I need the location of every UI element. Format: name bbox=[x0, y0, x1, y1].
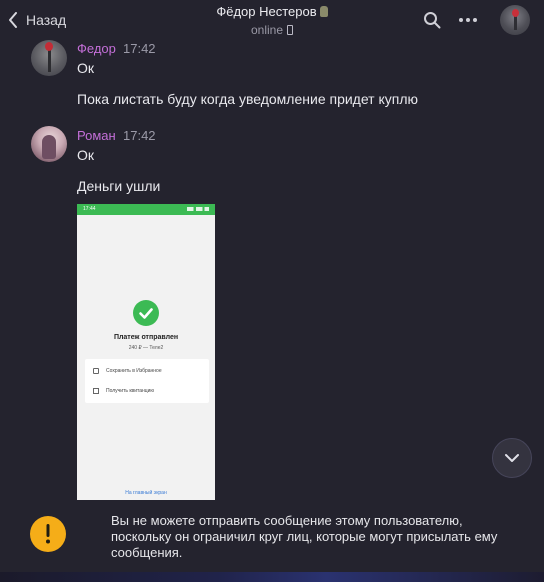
online-status: online bbox=[250, 23, 284, 37]
back-button[interactable]: Назад bbox=[8, 9, 66, 31]
chat-header: Назад Фёдор Нестеров online bbox=[0, 0, 544, 42]
chevron-left-icon bbox=[9, 12, 17, 28]
checkmark-icon bbox=[133, 300, 159, 326]
emoji-icon bbox=[319, 6, 328, 17]
chat-window: Назад Фёдор Нестеров online Федор 17:42 … bbox=[0, 0, 544, 582]
back-label: Назад bbox=[26, 12, 67, 28]
phone-status-bar: 17:44 bbox=[77, 204, 215, 215]
bottom-edge bbox=[0, 572, 544, 582]
message-time: 17:42 bbox=[123, 41, 156, 56]
star-icon bbox=[93, 368, 99, 374]
receipt-icon bbox=[93, 388, 99, 394]
option-save-favorite: Сохранить в Избранное bbox=[93, 368, 162, 374]
sender-name[interactable]: Роман bbox=[77, 128, 116, 143]
message-text: Ок bbox=[77, 60, 95, 76]
mobile-phone-icon bbox=[287, 25, 294, 35]
sender-name[interactable]: Федор bbox=[77, 41, 116, 56]
home-screen-link: На главный экран bbox=[125, 490, 167, 496]
chevron-down-icon bbox=[505, 454, 519, 462]
header-avatar[interactable] bbox=[500, 5, 530, 35]
payment-amount: 240 ₽ — Теле2 bbox=[128, 345, 164, 351]
chat-title-block[interactable]: Фёдор Нестеров online bbox=[172, 4, 372, 37]
message-text: Ок bbox=[77, 147, 95, 163]
scroll-down-button[interactable] bbox=[492, 438, 532, 478]
message-text: Пока листать буду когда уведомление прид… bbox=[77, 91, 419, 107]
option-get-receipt: Получить квитанцию bbox=[93, 388, 154, 394]
chat-title: Фёдор Нестеров bbox=[216, 4, 317, 19]
search-icon[interactable] bbox=[422, 10, 442, 30]
restriction-notice: Вы не можете отправить сообщение этому п… bbox=[111, 513, 498, 560]
payment-title: Платеж отправлен bbox=[113, 334, 179, 341]
more-icon[interactable] bbox=[458, 10, 478, 30]
payment-options-card: Сохранить в Избранное Получить квитанцию bbox=[85, 359, 209, 403]
avatar[interactable] bbox=[31, 40, 67, 76]
warning-icon bbox=[30, 516, 66, 552]
signal-icon bbox=[187, 207, 209, 211]
message-time: 17:42 bbox=[123, 128, 156, 143]
option-label: Получить квитанцию bbox=[106, 388, 155, 394]
message-text: Деньги ушли bbox=[77, 178, 161, 194]
status-time: 17:44 bbox=[83, 206, 96, 212]
photo-attachment[interactable]: 17:44 Платеж отправлен 240 ₽ — Теле2 Сох… bbox=[77, 204, 215, 500]
option-label: Сохранить в Избранное bbox=[106, 368, 162, 374]
avatar[interactable] bbox=[31, 126, 67, 162]
